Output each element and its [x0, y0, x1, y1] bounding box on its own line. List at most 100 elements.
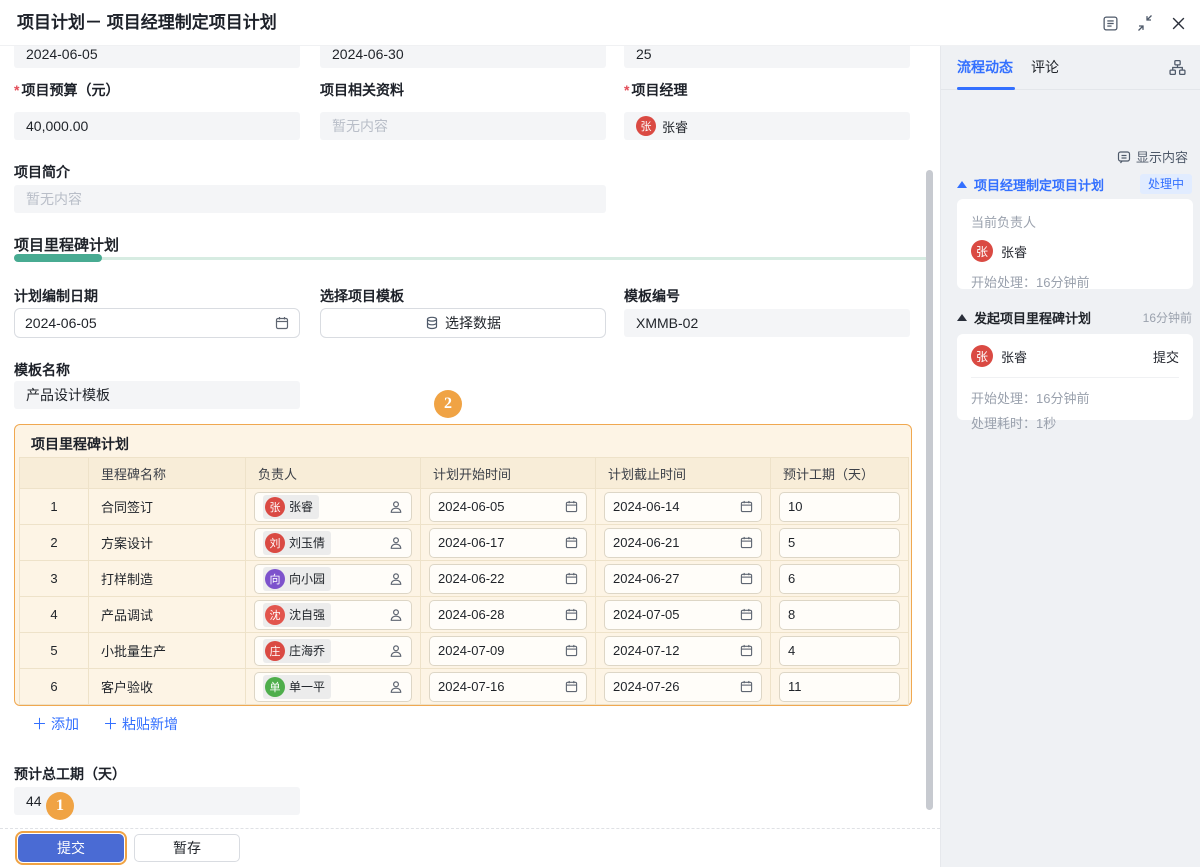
days-input[interactable]: 8 — [779, 600, 900, 630]
footer-bar: 提交 暂存 — [0, 828, 940, 867]
end-date-input[interactable]: 2024-07-26 — [604, 672, 762, 702]
template-no-field[interactable]: XMMB-02 — [624, 309, 910, 337]
row-index: 2 — [19, 525, 89, 560]
milestone-name-cell[interactable]: 小批量生产 — [89, 633, 246, 668]
owner-avatar: 单 — [265, 677, 285, 697]
select-data-label: 选择数据 — [445, 313, 501, 333]
budget-label: 项目预算（元） — [14, 80, 300, 100]
paste-add-button[interactable]: ＋粘贴新增 — [103, 714, 178, 734]
calendar-icon — [275, 316, 289, 330]
show-content-label: 显示内容 — [1136, 147, 1188, 166]
active-tab-indicator — [957, 87, 1015, 90]
milestone-name-cell[interactable]: 产品调试 — [89, 597, 246, 632]
end-date-input[interactable]: 2024-06-27 — [604, 564, 762, 594]
process-sidebar: 流程动态 评论 显示内容 项目经理制定项目计划 处理中 当前负责人 张 张睿 开… — [940, 46, 1200, 867]
owner-name: 张睿 — [1001, 347, 1027, 366]
days-input[interactable]: 10 — [779, 492, 900, 522]
owner-select-input[interactable]: 沈 沈自强 — [254, 600, 412, 630]
collapse-triangle-icon[interactable] — [957, 314, 967, 321]
owner-chip: 向 向小园 — [263, 567, 331, 591]
add-row-label: 添加 — [51, 714, 79, 734]
start-date-value: 2024-06-22 — [438, 571, 565, 586]
vertical-scrollbar[interactable] — [926, 170, 933, 810]
owner-select-input[interactable]: 张 张睿 — [254, 492, 412, 522]
end-date-input[interactable]: 2024-06-21 — [604, 528, 762, 558]
milestone-name-cell[interactable]: 客户验收 — [89, 669, 246, 704]
milestone-table-row: 3 打样制造 向 向小园 2024-06-22 2024-06-27 — [19, 561, 909, 597]
calendar-icon — [565, 680, 578, 693]
template-name-label: 模板名称 — [14, 360, 300, 380]
select-data-button[interactable]: 选择数据 — [320, 308, 606, 338]
document-icon[interactable] — [1102, 15, 1119, 32]
milestone-plan-box: 项目里程碑计划 里程碑名称 负责人 计划开始时间 计划截止时间 预计工期（天） … — [14, 424, 912, 706]
start-date-input[interactable]: 2024-07-16 — [429, 672, 587, 702]
budget-value: 40,000.00 — [26, 118, 88, 134]
action-label: 提交 — [1153, 347, 1179, 366]
intro-field[interactable]: 暂无内容 — [14, 185, 606, 213]
start-date-input[interactable]: 2024-06-28 — [429, 600, 587, 630]
milestone-name-cell[interactable]: 合同签订 — [89, 489, 246, 524]
start-date-input[interactable]: 2024-06-22 — [429, 564, 587, 594]
start-date-input[interactable]: 2024-07-09 — [429, 636, 587, 666]
owner-select-input[interactable]: 庄 庄海乔 — [254, 636, 412, 666]
owner-avatar: 向 — [265, 569, 285, 589]
collapse-triangle-icon[interactable] — [957, 181, 967, 188]
owner-name: 张睿 — [289, 498, 313, 515]
annotation-step-2-badge: 2 — [434, 390, 462, 418]
plan-date-input[interactable]: 2024-06-05 — [14, 308, 300, 338]
person-icon — [389, 644, 403, 658]
budget-field[interactable]: 40,000.00 — [14, 112, 300, 140]
show-content-button[interactable]: 显示内容 — [1117, 147, 1188, 166]
materials-label: 项目相关资料 — [320, 80, 606, 100]
section-progress-track — [14, 257, 932, 260]
row-index: 4 — [19, 597, 89, 632]
add-row-button[interactable]: ＋添加 — [32, 714, 79, 734]
header-index — [19, 458, 89, 488]
days-value: 11 — [788, 679, 891, 694]
start-date-input[interactable]: 2024-06-17 — [429, 528, 587, 558]
end-date-input[interactable]: 2024-06-14 — [604, 492, 762, 522]
tab-comments[interactable]: 评论 — [1031, 46, 1059, 88]
end-date-input[interactable]: 2024-07-05 — [604, 600, 762, 630]
owner-avatar: 刘 — [265, 533, 285, 553]
owner-name: 单一平 — [289, 678, 325, 695]
start-date-value: 2024-06-17 — [438, 535, 565, 550]
table-actions: ＋添加 ＋粘贴新增 — [32, 714, 178, 734]
end-date-input[interactable]: 2024-07-12 — [604, 636, 762, 666]
calendar-icon — [565, 644, 578, 657]
total-days-label: 预计总工期（天） — [14, 764, 300, 784]
project-end-date-value: 2024-06-30 — [332, 46, 404, 62]
manager-field[interactable]: 张 张睿 — [624, 112, 910, 140]
milestone-name-cell[interactable]: 打样制造 — [89, 561, 246, 596]
days-input[interactable]: 6 — [779, 564, 900, 594]
process-node-current: 项目经理制定项目计划 处理中 — [957, 174, 1192, 194]
calendar-icon — [740, 680, 753, 693]
divider — [971, 377, 1179, 378]
owner-select-input[interactable]: 单 单一平 — [254, 672, 412, 702]
materials-field[interactable]: 暂无内容 — [320, 112, 606, 140]
days-input[interactable]: 4 — [779, 636, 900, 666]
days-input[interactable]: 5 — [779, 528, 900, 558]
collapse-window-icon[interactable] — [1137, 15, 1153, 31]
submit-button[interactable]: 提交 — [18, 834, 124, 862]
days-value: 10 — [788, 499, 891, 514]
start-date-input[interactable]: 2024-06-05 — [429, 492, 587, 522]
template-name-field[interactable]: 产品设计模板 — [14, 381, 300, 409]
intro-placeholder: 暂无内容 — [26, 189, 82, 209]
calendar-icon — [740, 644, 753, 657]
save-draft-button[interactable]: 暂存 — [134, 834, 240, 862]
milestone-name-cell[interactable]: 方案设计 — [89, 525, 246, 560]
row-index: 1 — [19, 489, 89, 524]
org-chart-icon[interactable] — [1169, 59, 1186, 76]
owner-chip: 庄 庄海乔 — [263, 639, 331, 663]
tab-process-activity[interactable]: 流程动态 — [957, 46, 1013, 88]
days-input[interactable]: 11 — [779, 672, 900, 702]
owner-label: 当前负责人 — [971, 212, 1179, 231]
owner-select-input[interactable]: 刘 刘玉倩 — [254, 528, 412, 558]
process-card-current: 当前负责人 张 张睿 开始处理：16分钟前 — [957, 199, 1193, 289]
close-icon[interactable] — [1171, 16, 1186, 31]
owner-select-input[interactable]: 向 向小园 — [254, 564, 412, 594]
days-value: 4 — [788, 643, 891, 658]
plan-date-value: 2024-06-05 — [25, 315, 275, 331]
header-start-date: 计划开始时间 — [421, 458, 596, 488]
